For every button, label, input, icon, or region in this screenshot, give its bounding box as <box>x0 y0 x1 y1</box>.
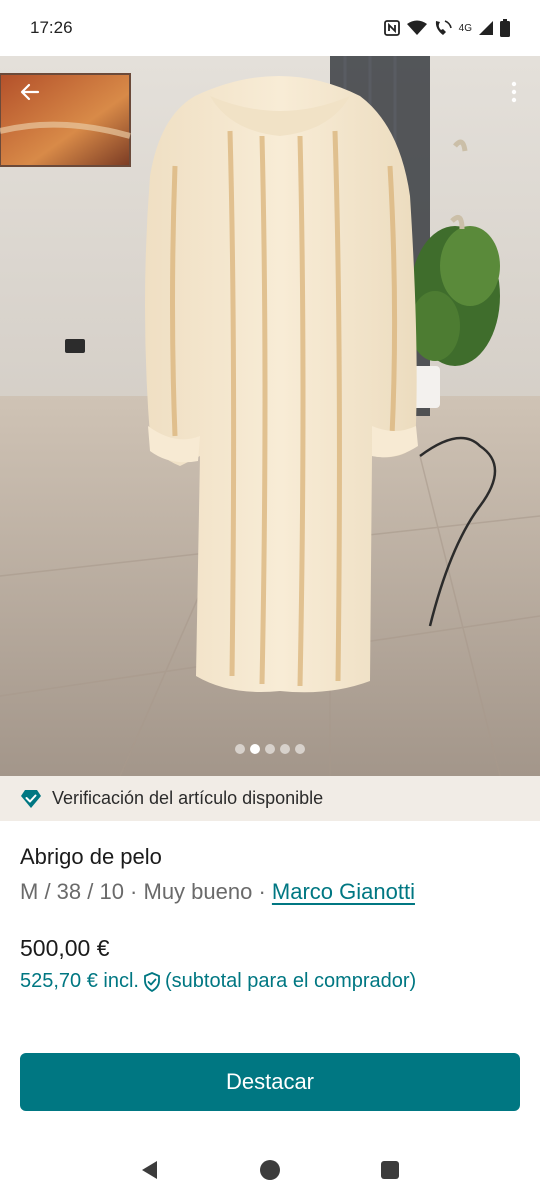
back-triangle-icon <box>142 1161 157 1179</box>
home-circle-icon <box>260 1160 280 1180</box>
price-incl-note: (subtotal para el comprador) <box>164 970 417 992</box>
gallery-dot[interactable] <box>235 744 245 754</box>
more-options-button[interactable] <box>502 74 526 110</box>
status-icons: 4G <box>383 19 510 37</box>
brand-link[interactable]: Marco Gianotti <box>272 879 415 904</box>
item-photo[interactable] <box>0 56 540 776</box>
size-condition: M / 38 / 10 · Muy bueno · <box>20 879 272 904</box>
recents-square-icon <box>381 1161 399 1179</box>
back-button[interactable] <box>12 74 48 110</box>
shield-check-icon <box>144 971 160 992</box>
verification-text: Verificación del artículo disponible <box>52 788 324 808</box>
diamond-check-icon <box>21 789 41 808</box>
item-price: 500,00 € <box>20 935 110 961</box>
nav-home-button[interactable] <box>250 1150 290 1190</box>
price-incl-value: 525,70 € incl. <box>20 970 139 992</box>
gallery-dot[interactable] <box>265 744 275 754</box>
gallery-dot[interactable] <box>280 744 290 754</box>
network-type: 4G <box>458 22 472 34</box>
battery-icon <box>500 19 510 37</box>
item-details: M / 38 / 10 · Muy bueno · Marco Gianotti <box>20 879 415 905</box>
status-time: 17:26 <box>30 18 73 37</box>
nfc-icon <box>383 20 400 36</box>
system-navigation-bar <box>0 1140 540 1200</box>
volte-call-icon <box>435 20 452 35</box>
coat-photo-illustration <box>0 56 540 776</box>
nav-recents-button[interactable] <box>370 1150 410 1190</box>
gallery-dot[interactable] <box>295 744 305 754</box>
nav-back-button[interactable] <box>130 1150 170 1190</box>
item-title: Abrigo de pelo <box>20 844 162 869</box>
destacar-button[interactable]: Destacar <box>20 1053 520 1111</box>
gallery-dot-active[interactable] <box>250 744 260 754</box>
gallery-pagination <box>0 744 540 754</box>
status-bar: 17:26 4G <box>0 0 540 56</box>
more-vert-icon <box>511 81 517 103</box>
verification-banner[interactable]: Verificación del artículo disponible <box>0 776 540 821</box>
signal-icon <box>479 21 493 35</box>
buyer-protection-price[interactable]: 525,70 € incl. (subtotal para el comprad… <box>20 970 416 993</box>
arrow-left-icon <box>20 83 40 101</box>
wifi-icon <box>406 20 427 35</box>
